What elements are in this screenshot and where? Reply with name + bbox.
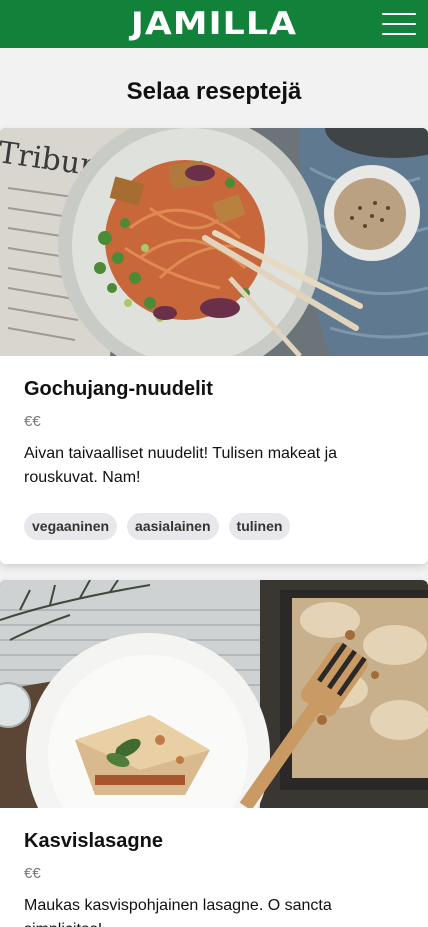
tag-chip[interactable]: tulinen bbox=[228, 513, 291, 540]
recipe-price: €€ bbox=[24, 413, 41, 430]
hamburger-menu-icon[interactable] bbox=[380, 10, 418, 38]
recipe-price: €€ bbox=[24, 865, 41, 882]
recipe-card[interactable]: Tribune Gochujang-nuudelit €€ Aivan taiv… bbox=[0, 128, 428, 564]
recipe-image-lasagne bbox=[0, 580, 428, 808]
menu-line bbox=[382, 13, 416, 15]
top-navigation-bar: JAMILLA bbox=[0, 0, 428, 48]
recipe-title[interactable]: Gochujang-nuudelit bbox=[24, 378, 213, 401]
menu-line bbox=[382, 33, 416, 35]
tag-chip[interactable]: vegaaninen bbox=[24, 513, 118, 540]
recipe-description: Maukas kasvispohjainen lasagne. O sancta… bbox=[24, 897, 332, 927]
recipe-image-noodles: Tribune bbox=[0, 128, 428, 356]
recipe-description: Aivan taivaalliset nuudelit! Tulisen mak… bbox=[24, 445, 338, 486]
page-title: Selaa reseptejä bbox=[126, 78, 302, 105]
recipe-title[interactable]: Kasvislasagne bbox=[24, 830, 163, 853]
tag-chip[interactable]: aasialainen bbox=[127, 513, 219, 540]
menu-line bbox=[382, 23, 416, 25]
brand-logo[interactable]: JAMILLA bbox=[0, 6, 428, 42]
recipe-card[interactable]: Kasvislasagne €€ Maukas kasvispohjainen … bbox=[0, 580, 428, 927]
recipe-tags: vegaaninen aasialainen tulinen bbox=[24, 513, 291, 540]
